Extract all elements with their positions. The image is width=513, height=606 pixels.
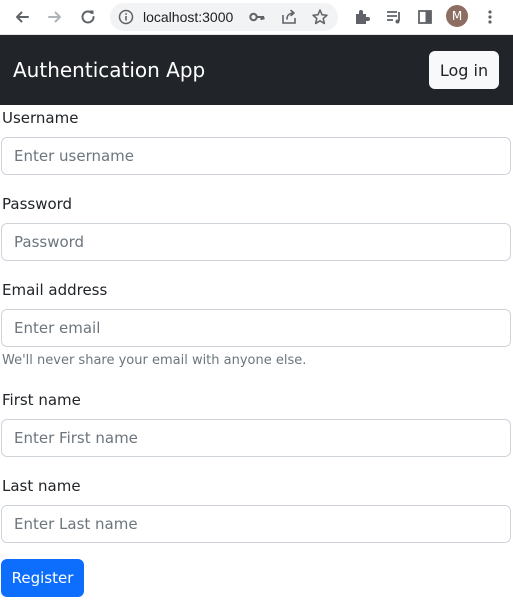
browser-toolbar: localhost:3000 M [0,0,513,35]
forward-arrow-icon[interactable] [43,5,67,29]
register-button[interactable]: Register [1,559,84,597]
first-name-input[interactable] [1,419,511,457]
url-text: localhost:3000 [143,9,234,25]
login-button[interactable]: Log in [429,51,499,89]
address-bar[interactable]: localhost:3000 [110,3,338,31]
star-icon[interactable] [311,8,329,26]
kebab-menu-icon[interactable] [478,5,502,29]
email-help-text: We'll never share your email with anyone… [2,353,307,368]
email-label: Email address [2,281,108,299]
site-info-icon[interactable] [118,9,134,25]
profile-avatar[interactable]: M [446,5,468,27]
reload-icon[interactable] [76,5,100,29]
side-panel-icon[interactable] [413,5,437,29]
password-input[interactable] [1,223,511,261]
media-icon[interactable] [382,5,406,29]
app-navbar: Authentication App Log in [0,35,513,105]
share-icon[interactable] [280,8,298,26]
last-name-input[interactable] [1,505,511,543]
back-arrow-icon[interactable] [10,5,34,29]
last-name-label: Last name [2,477,81,495]
app-brand[interactable]: Authentication App [13,58,205,82]
first-name-label: First name [2,391,81,409]
username-input[interactable] [1,137,511,175]
email-input[interactable] [1,309,511,347]
key-icon[interactable] [248,8,266,26]
extensions-icon[interactable] [350,5,374,29]
password-label: Password [2,195,73,213]
username-label: Username [2,109,79,127]
